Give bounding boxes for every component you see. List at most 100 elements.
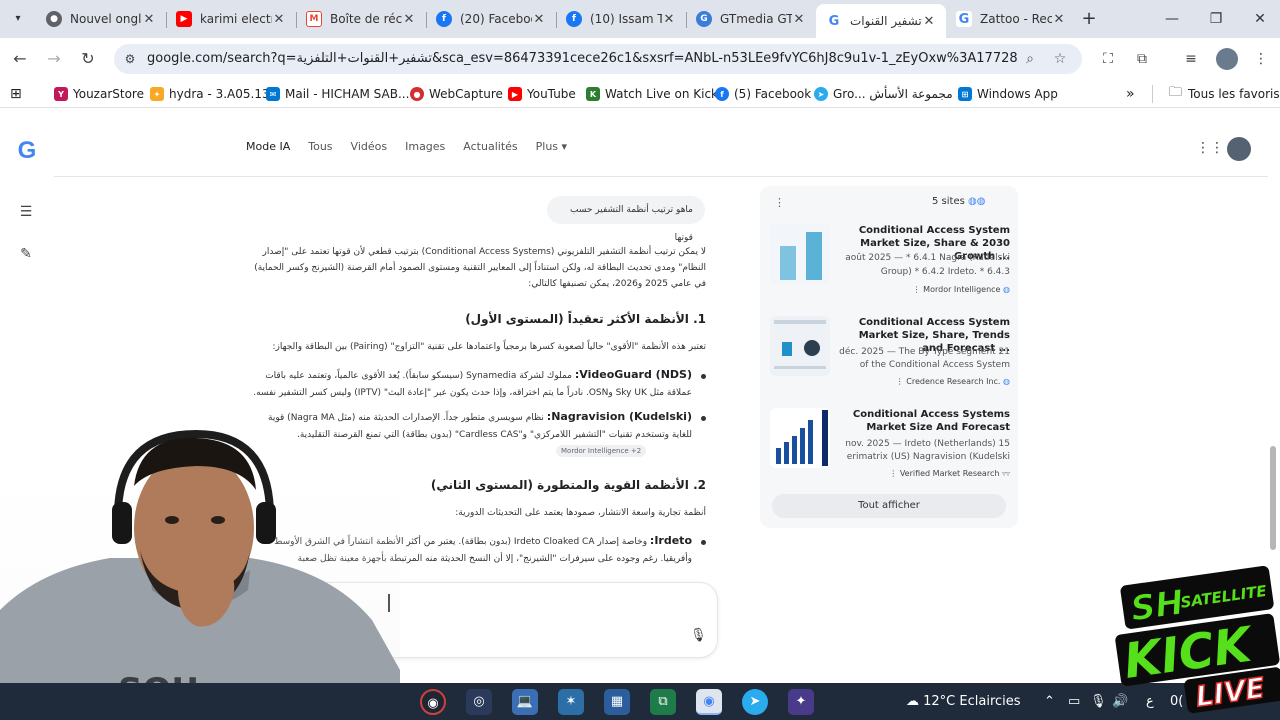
close-icon[interactable]: ✕ <box>922 14 936 29</box>
telegram-icon: ➤ <box>814 87 828 101</box>
menu-kebab-icon[interactable]: ⋮ <box>1250 48 1272 70</box>
tab-tous[interactable]: Tous <box>308 140 332 160</box>
close-icon[interactable]: ✕ <box>142 12 156 27</box>
source-site: ⋮ Mordor Intelligence ◍ <box>912 285 1010 294</box>
weather-widget[interactable]: ☁ 12°C Eclaircies <box>906 694 1021 709</box>
satellite-app-icon[interactable]: ✶ <box>558 689 584 715</box>
screenshot-extension-icon[interactable]: ⛶ <box>1097 48 1119 70</box>
google-apps-icon[interactable]: ⋮⋮⋮ <box>1196 140 1238 158</box>
profile-avatar[interactable] <box>1216 48 1238 70</box>
bookmark-kick[interactable]: K Watch Live on Kick <box>586 85 718 103</box>
bookmark-mail[interactable]: ✉ Mail - HICHAM SAB... <box>266 85 409 103</box>
source-chip[interactable]: Mordor Intelligence +2 <box>556 445 647 457</box>
vpn-app-icon[interactable]: ✦ <box>788 689 814 715</box>
calculator-icon[interactable]: ▦ <box>604 689 630 715</box>
weather-cloud-icon: ☁ <box>906 694 919 709</box>
show-all-sources-button[interactable]: Tout afficher <box>772 494 1006 518</box>
tab-title: Zattoo - Rec <box>980 12 1052 26</box>
tab-facebook-20[interactable]: f (20) Facebook ✕ <box>426 4 556 34</box>
hydra-icon: ✦ <box>150 87 164 101</box>
address-bar[interactable]: ⚙ google.com/search?q=تشفير+القنوات+التل… <box>114 44 1082 74</box>
close-icon[interactable]: ✕ <box>792 12 806 27</box>
remote-app-icon[interactable]: ⧉ <box>650 689 676 715</box>
zoom-search-icon[interactable]: ⌕ <box>1020 49 1040 69</box>
tab-gmail[interactable]: M Boîte de réception ✕ <box>296 4 426 34</box>
laptop-app-icon[interactable]: 💻 <box>512 689 538 715</box>
tab-actualites[interactable]: Actualités <box>463 140 517 160</box>
tab-mode-ia[interactable]: Mode IA <box>246 140 290 160</box>
close-window-button[interactable]: ✕ <box>1240 6 1280 32</box>
url-text[interactable]: google.com/search?q=تشفير+القنوات+التلفز… <box>147 51 1017 67</box>
scrollbar-thumb[interactable] <box>1270 446 1276 550</box>
tab-karimi[interactable]: ▶ karimi electronic ✕ <box>166 4 296 34</box>
sources-kebab-icon[interactable]: ⋮ <box>774 196 785 209</box>
site-info-icon[interactable]: ⚙ <box>122 51 138 67</box>
source-thumbnail <box>770 316 830 376</box>
bookmark-facebook[interactable]: f (5) Facebook <box>715 85 811 103</box>
close-icon[interactable]: ✕ <box>272 12 286 27</box>
bookmark-star-icon[interactable]: ☆ <box>1050 49 1070 69</box>
source-site: ⋮ Credence Research Inc. ◍ <box>895 377 1010 386</box>
back-button[interactable]: ← <box>8 47 32 71</box>
source-snippet: Group) * 6.4.2 Irdeto. * 6.4.3 <box>880 267 1010 277</box>
extensions-icon[interactable]: ⧉ <box>1131 48 1153 70</box>
new-chat-edit-icon[interactable]: ✎ <box>16 244 36 264</box>
microphone-icon[interactable]: 🎙 <box>690 628 707 644</box>
all-bookmarks-folder[interactable]: 🗀 Tous les favoris <box>1152 85 1280 103</box>
minimize-button[interactable]: — <box>1152 6 1192 32</box>
tab-new-tab[interactable]: ● Nouvel onglet ✕ <box>36 4 166 34</box>
apps-grid-icon[interactable]: ⊞ <box>10 85 22 103</box>
tab-zattoo[interactable]: G Zattoo - Rec ✕ <box>946 4 1076 34</box>
maximize-button[interactable]: ❐ <box>1196 6 1236 32</box>
forward-button[interactable]: → <box>42 47 66 71</box>
tab-plus[interactable]: Plus ▾ <box>536 140 567 160</box>
close-icon[interactable]: ✕ <box>662 12 676 27</box>
account-avatar[interactable] <box>1227 137 1251 161</box>
close-icon[interactable]: ✕ <box>1052 12 1066 27</box>
tab-gtmedia[interactable]: G GTmedia GT ✕ <box>686 4 816 34</box>
network-icon[interactable]: ▭ <box>1068 694 1080 709</box>
chrome-icon[interactable]: ◉ <box>696 689 722 715</box>
new-tab-button[interactable]: + <box>1078 8 1100 30</box>
google-logo[interactable]: G <box>14 138 40 164</box>
bookmark-windows-app[interactable]: ⊞ Windows App <box>958 85 1058 103</box>
telegram-icon[interactable]: ➤ <box>742 689 768 715</box>
youtube-icon: ▶ <box>508 87 522 101</box>
media-control-icon[interactable]: ≡ <box>1180 48 1202 70</box>
section1-intro: تعتبر هذه الأنظمة "الأقوى" حالياً لصعوبة… <box>272 342 706 352</box>
windows-icon: ⊞ <box>958 87 972 101</box>
tab-facebook-10[interactable]: f (10) Issam Ta ✕ <box>556 4 686 34</box>
tab-search-dropdown[interactable]: ▾ <box>6 8 30 30</box>
bookmark-youzarstore[interactable]: Y YouzarStore <box>54 85 144 103</box>
source-card[interactable]: Conditional Access System Market Size, S… <box>770 222 1010 302</box>
close-icon[interactable]: ✕ <box>532 12 546 27</box>
bookmark-youtube[interactable]: ▶ YouTube <box>508 85 576 103</box>
tab-images[interactable]: Images <box>405 140 445 160</box>
tray-chevron-icon[interactable]: ⌃ <box>1044 694 1055 709</box>
source-card[interactable]: Conditional Access System Market Size, S… <box>770 314 1010 394</box>
camera-app-icon[interactable]: ◎ <box>466 689 492 715</box>
user-query-bubble: ماهو ترتيب أنظمة التشفير حسب قوتها <box>547 196 705 243</box>
close-icon[interactable]: ✕ <box>402 12 416 27</box>
tab-active-search[interactable]: G تشفير القنوات ✕ <box>816 4 946 38</box>
bookmark-telegram-group[interactable]: ➤ Gro... مجموعة الأسأش <box>814 85 953 103</box>
obs-record-icon[interactable]: ◉ <box>420 689 446 715</box>
bookmark-webcapture[interactable]: ● WebCapture <box>410 85 503 103</box>
bookmark-label: hydra - 3.A05.13 <box>169 87 270 101</box>
microphone-tray-icon[interactable]: 🎙 <box>1090 694 1107 709</box>
list-item-videoguard: VideoGuard (NDS): مملوك لشركة Synamedia … <box>246 366 692 402</box>
tab-videos[interactable]: Vidéos <box>351 140 388 160</box>
source-title[interactable]: Conditional Access Systems Market Size A… <box>836 408 1010 434</box>
tab-title: (10) Issam Ta <box>590 12 662 26</box>
source-card[interactable]: Conditional Access Systems Market Size A… <box>770 406 1010 486</box>
more-bookmarks-chevron-icon[interactable]: » <box>1126 85 1135 103</box>
source-snippet: août 2025 — * 6.4.1 Nagra (Kudelski <box>845 253 1010 263</box>
item-bold: Nagravision (Kudelski): <box>546 410 692 423</box>
google-icon: G <box>826 13 842 29</box>
reload-button[interactable]: ↻ <box>76 47 100 71</box>
bookmark-hydra[interactable]: ✦ hydra - 3.A05.13 <box>150 85 270 103</box>
bullet <box>701 374 706 379</box>
facebook-icon: f <box>436 11 452 27</box>
bullet <box>701 540 706 545</box>
history-list-icon[interactable]: ☰ <box>16 202 36 222</box>
